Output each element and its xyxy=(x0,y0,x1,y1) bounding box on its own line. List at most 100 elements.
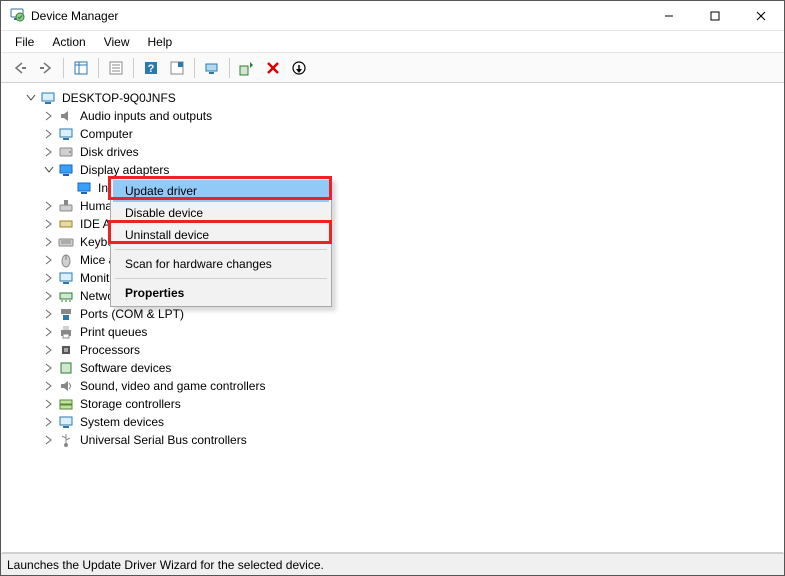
caret-right-icon[interactable] xyxy=(42,253,56,267)
svg-text:?: ? xyxy=(148,63,155,75)
computer-icon xyxy=(40,90,56,106)
ctx-disable-device[interactable]: Disable device xyxy=(113,202,329,224)
ctx-update-driver[interactable]: Update driver xyxy=(113,180,329,202)
ctx-properties[interactable]: Properties xyxy=(113,282,329,304)
tree-node-processors[interactable]: Processors xyxy=(10,341,783,359)
caret-down-icon[interactable] xyxy=(24,91,38,105)
menu-action[interactable]: Action xyxy=(44,33,93,51)
ctx-separator xyxy=(115,278,327,279)
close-button[interactable] xyxy=(738,1,784,30)
tree-label: Computer xyxy=(78,125,135,143)
hid-icon xyxy=(58,198,74,214)
caret-right-icon[interactable] xyxy=(42,199,56,213)
tree-node-computer[interactable]: Computer xyxy=(10,125,783,143)
action-options-button[interactable] xyxy=(165,56,189,80)
tree-label: Universal Serial Bus controllers xyxy=(78,431,249,449)
tree-node-storage[interactable]: Storage controllers xyxy=(10,395,783,413)
system-icon xyxy=(58,414,74,430)
caret-right-icon[interactable] xyxy=(42,433,56,447)
tree-node-disk[interactable]: Disk drives xyxy=(10,143,783,161)
tree-node-audio[interactable]: Audio inputs and outputs xyxy=(10,107,783,125)
tree-label: Sound, video and game controllers xyxy=(78,377,267,395)
caret-right-icon[interactable] xyxy=(42,289,56,303)
caret-down-icon[interactable] xyxy=(42,163,56,177)
caret-right-icon[interactable] xyxy=(42,361,56,375)
display-adapter-icon xyxy=(76,180,92,196)
menu-file[interactable]: File xyxy=(7,33,42,51)
maximize-button[interactable] xyxy=(692,1,738,30)
keyboard-icon xyxy=(58,234,74,250)
minimize-button[interactable] xyxy=(646,1,692,30)
storage-icon xyxy=(58,396,74,412)
tree-node-usb[interactable]: Universal Serial Bus controllers xyxy=(10,431,783,449)
show-hide-console-tree-button[interactable] xyxy=(69,56,93,80)
status-text: Launches the Update Driver Wizard for th… xyxy=(7,558,324,572)
mouse-icon xyxy=(58,252,74,268)
printer-icon xyxy=(58,324,74,340)
tree-label: Huma xyxy=(78,197,114,215)
caret-right-icon[interactable] xyxy=(42,145,56,159)
context-menu: Update driver Disable device Uninstall d… xyxy=(110,177,332,307)
tree-label: Print queues xyxy=(78,323,149,341)
update-driver-button[interactable] xyxy=(235,56,259,80)
tree-label: Audio inputs and outputs xyxy=(78,107,214,125)
tree-root-label: DESKTOP-9Q0JNFS xyxy=(60,89,178,107)
software-icon xyxy=(58,360,74,376)
window-title: Device Manager xyxy=(31,9,118,23)
tree-node-software[interactable]: Software devices xyxy=(10,359,783,377)
tree-label: Processors xyxy=(78,341,142,359)
toolbar-separator xyxy=(98,58,99,78)
status-bar: Launches the Update Driver Wizard for th… xyxy=(1,553,784,575)
titlebar: Device Manager xyxy=(1,1,784,31)
help-button[interactable]: ? xyxy=(139,56,163,80)
caret-right-icon[interactable] xyxy=(42,397,56,411)
tree-label: Storage controllers xyxy=(78,395,183,413)
caret-right-icon[interactable] xyxy=(42,271,56,285)
tree-node-print[interactable]: Print queues xyxy=(10,323,783,341)
tree-label: Disk drives xyxy=(78,143,141,161)
ctx-scan-hardware[interactable]: Scan for hardware changes xyxy=(113,253,329,275)
device-tree-pane[interactable]: DESKTOP-9Q0JNFS Audio inputs and outputs… xyxy=(2,85,783,553)
caret-right-icon[interactable] xyxy=(42,379,56,393)
caret-right-icon[interactable] xyxy=(42,325,56,339)
toolbar-separator xyxy=(133,58,134,78)
uninstall-device-button[interactable] xyxy=(261,56,285,80)
tree-label: Ports (COM & LPT) xyxy=(78,305,186,323)
properties-button[interactable] xyxy=(104,56,128,80)
forward-button[interactable] xyxy=(34,56,58,80)
menu-view[interactable]: View xyxy=(96,33,138,51)
display-adapter-icon xyxy=(58,162,74,178)
usb-icon xyxy=(58,432,74,448)
caret-none xyxy=(60,181,74,195)
caret-right-icon[interactable] xyxy=(42,235,56,249)
caret-right-icon[interactable] xyxy=(42,307,56,321)
back-button[interactable] xyxy=(8,56,32,80)
scan-hardware-button[interactable] xyxy=(200,56,224,80)
network-icon xyxy=(58,288,74,304)
caret-right-icon[interactable] xyxy=(42,109,56,123)
caret-right-icon[interactable] xyxy=(42,127,56,141)
devmgr-icon xyxy=(9,6,25,25)
tree-root[interactable]: DESKTOP-9Q0JNFS xyxy=(10,89,783,107)
tree-label: Monit xyxy=(78,269,111,287)
caret-right-icon[interactable] xyxy=(42,343,56,357)
disable-device-button[interactable] xyxy=(287,56,311,80)
tree-node-ports[interactable]: Ports (COM & LPT) xyxy=(10,305,783,323)
computer-icon xyxy=(58,126,74,142)
ctx-separator xyxy=(115,249,327,250)
ctx-uninstall-device[interactable]: Uninstall device xyxy=(113,224,329,246)
caret-right-icon[interactable] xyxy=(42,217,56,231)
tree-node-sound[interactable]: Sound, video and game controllers xyxy=(10,377,783,395)
toolbar-separator xyxy=(194,58,195,78)
tree-node-system[interactable]: System devices xyxy=(10,413,783,431)
toolbar-separator xyxy=(63,58,64,78)
menu-help[interactable]: Help xyxy=(140,33,181,51)
monitor-icon xyxy=(58,270,74,286)
disk-icon xyxy=(58,144,74,160)
ports-icon xyxy=(58,306,74,322)
ide-icon xyxy=(58,216,74,232)
toolbar: ? xyxy=(1,53,784,83)
tree-label: System devices xyxy=(78,413,166,431)
caret-right-icon[interactable] xyxy=(42,415,56,429)
menubar: File Action View Help xyxy=(1,31,784,53)
